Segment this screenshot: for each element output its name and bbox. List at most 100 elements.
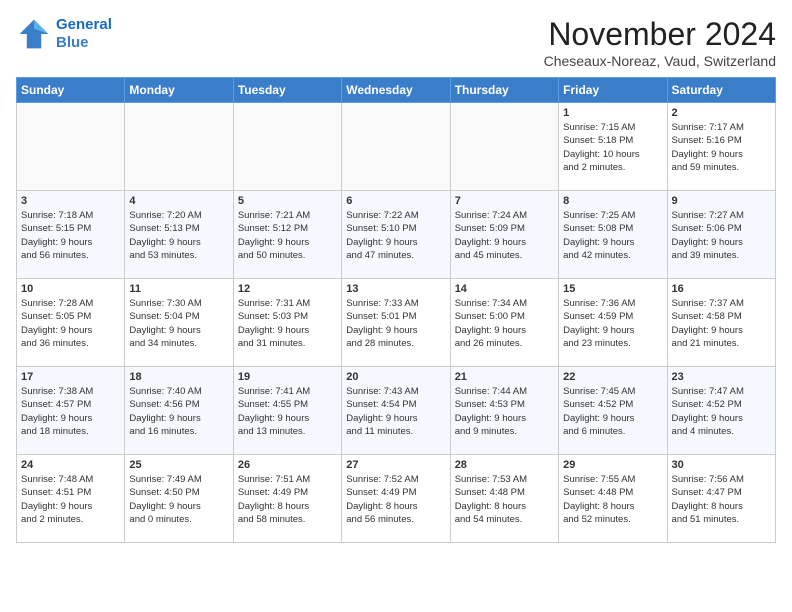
calendar-cell: 15 Sunrise: 7:36 AM Sunset: 4:59 PM Dayli… <box>559 279 667 367</box>
calendar-cell: 12 Sunrise: 7:31 AM Sunset: 5:03 PM Dayli… <box>233 279 341 367</box>
day-number: 27 <box>346 459 445 471</box>
day-info: Sunrise: 7:43 AM Sunset: 4:54 PM Dayligh… <box>346 385 445 438</box>
calendar-cell: 3Sunrise: 7:18 AM Sunset: 5:15 PM Daylig… <box>17 191 125 279</box>
day-number: 2 <box>672 107 771 119</box>
calendar-cell <box>342 103 450 191</box>
day-info: Sunrise: 7:15 AM Sunset: 5:18 PM Dayligh… <box>563 121 662 174</box>
day-number: 9 <box>672 195 771 207</box>
day-number: 25 <box>129 459 228 471</box>
calendar-cell: 6Sunrise: 7:22 AM Sunset: 5:10 PM Daylig… <box>342 191 450 279</box>
calendar-cell: 19Sunrise: 7:41 AM Sunset: 4:55 PM Dayli… <box>233 367 341 455</box>
weekday-sunday: Sunday <box>17 78 125 103</box>
day-info: Sunrise: 7:20 AM Sunset: 5:13 PM Dayligh… <box>129 209 228 262</box>
day-info: Sunrise: 7:56 AM Sunset: 4:47 PM Dayligh… <box>672 473 771 526</box>
day-info: Sunrise: 7:55 AM Sunset: 4:48 PM Dayligh… <box>563 473 662 526</box>
location: Cheseaux-Noreaz, Vaud, Switzerland <box>544 53 776 69</box>
weekday-tuesday: Tuesday <box>233 78 341 103</box>
calendar-cell: 20 Sunrise: 7:43 AM Sunset: 4:54 PM Dayli… <box>342 367 450 455</box>
day-number: 22 <box>563 371 662 383</box>
calendar-cell: 28Sunrise: 7:53 AM Sunset: 4:48 PM Dayli… <box>450 455 558 543</box>
title-block: November 2024 Cheseaux-Noreaz, Vaud, Swi… <box>544 16 776 69</box>
day-number: 20 <box>346 371 445 383</box>
day-number: 1 <box>563 107 662 119</box>
day-number: 29 <box>563 459 662 471</box>
day-info: Sunrise: 7:51 AM Sunset: 4:49 PM Dayligh… <box>238 473 337 526</box>
calendar-cell: 25 Sunrise: 7:49 AM Sunset: 4:50 PM Dayli… <box>125 455 233 543</box>
calendar-cell: 16Sunrise: 7:37 AM Sunset: 4:58 PM Dayli… <box>667 279 775 367</box>
week-row-4: 17 Sunrise: 7:38 AM Sunset: 4:57 PM Dayli… <box>17 367 776 455</box>
calendar-cell: 11Sunrise: 7:30 AM Sunset: 5:04 PM Dayli… <box>125 279 233 367</box>
day-number: 13 <box>346 283 445 295</box>
calendar-cell: 30 Sunrise: 7:56 AM Sunset: 4:47 PM Dayli… <box>667 455 775 543</box>
day-info: Sunrise: 7:48 AM Sunset: 4:51 PM Dayligh… <box>21 473 120 526</box>
day-info: Sunrise: 7:27 AM Sunset: 5:06 PM Dayligh… <box>672 209 771 262</box>
weekday-wednesday: Wednesday <box>342 78 450 103</box>
calendar-table: SundayMondayTuesdayWednesdayThursdayFrid… <box>16 77 776 543</box>
day-info: Sunrise: 7:31 AM Sunset: 5:03 PM Dayligh… <box>238 297 337 350</box>
day-number: 10 <box>21 283 120 295</box>
day-number: 8 <box>563 195 662 207</box>
day-number: 7 <box>455 195 554 207</box>
day-number: 17 <box>21 371 120 383</box>
calendar-cell: 26 Sunrise: 7:51 AM Sunset: 4:49 PM Dayli… <box>233 455 341 543</box>
day-number: 15 <box>563 283 662 295</box>
calendar-cell <box>125 103 233 191</box>
day-number: 16 <box>672 283 771 295</box>
month-title: November 2024 <box>544 16 776 53</box>
day-info: Sunrise: 7:45 AM Sunset: 4:52 PM Dayligh… <box>563 385 662 438</box>
weekday-friday: Friday <box>559 78 667 103</box>
day-info: Sunrise: 7:49 AM Sunset: 4:50 PM Dayligh… <box>129 473 228 526</box>
calendar-cell: 24Sunrise: 7:48 AM Sunset: 4:51 PM Dayli… <box>17 455 125 543</box>
weekday-monday: Monday <box>125 78 233 103</box>
day-info: Sunrise: 7:36 AM Sunset: 4:59 PM Dayligh… <box>563 297 662 350</box>
day-info: Sunrise: 7:25 AM Sunset: 5:08 PM Dayligh… <box>563 209 662 262</box>
calendar-cell: 21Sunrise: 7:44 AM Sunset: 4:53 PM Dayli… <box>450 367 558 455</box>
day-number: 18 <box>129 371 228 383</box>
calendar-cell: 22 Sunrise: 7:45 AM Sunset: 4:52 PM Dayli… <box>559 367 667 455</box>
day-number: 30 <box>672 459 771 471</box>
day-info: Sunrise: 7:17 AM Sunset: 5:16 PM Dayligh… <box>672 121 771 174</box>
calendar-cell: 1 Sunrise: 7:15 AM Sunset: 5:18 PM Daylig… <box>559 103 667 191</box>
week-row-5: 24Sunrise: 7:48 AM Sunset: 4:51 PM Dayli… <box>17 455 776 543</box>
calendar-cell <box>17 103 125 191</box>
week-row-1: 1 Sunrise: 7:15 AM Sunset: 5:18 PM Daylig… <box>17 103 776 191</box>
calendar-cell: 14 Sunrise: 7:34 AM Sunset: 5:00 PM Dayli… <box>450 279 558 367</box>
logo-icon <box>16 16 52 52</box>
logo: General Blue <box>16 16 112 52</box>
calendar-cell: 27Sunrise: 7:52 AM Sunset: 4:49 PM Dayli… <box>342 455 450 543</box>
day-info: Sunrise: 7:28 AM Sunset: 5:05 PM Dayligh… <box>21 297 120 350</box>
weekday-saturday: Saturday <box>667 78 775 103</box>
calendar-body: 1 Sunrise: 7:15 AM Sunset: 5:18 PM Daylig… <box>17 103 776 543</box>
day-number: 12 <box>238 283 337 295</box>
calendar-cell <box>233 103 341 191</box>
logo-text: General Blue <box>56 16 112 52</box>
weekday-header-row: SundayMondayTuesdayWednesdayThursdayFrid… <box>17 78 776 103</box>
day-info: Sunrise: 7:41 AM Sunset: 4:55 PM Dayligh… <box>238 385 337 438</box>
day-number: 5 <box>238 195 337 207</box>
calendar-cell: 8 Sunrise: 7:25 AM Sunset: 5:08 PM Daylig… <box>559 191 667 279</box>
calendar-cell: 23Sunrise: 7:47 AM Sunset: 4:52 PM Dayli… <box>667 367 775 455</box>
page-header: General Blue November 2024 Cheseaux-Nore… <box>16 16 776 69</box>
calendar-cell: 7 Sunrise: 7:24 AM Sunset: 5:09 PM Daylig… <box>450 191 558 279</box>
calendar-cell: 29 Sunrise: 7:55 AM Sunset: 4:48 PM Dayli… <box>559 455 667 543</box>
day-number: 14 <box>455 283 554 295</box>
day-info: Sunrise: 7:22 AM Sunset: 5:10 PM Dayligh… <box>346 209 445 262</box>
week-row-2: 3Sunrise: 7:18 AM Sunset: 5:15 PM Daylig… <box>17 191 776 279</box>
day-info: Sunrise: 7:38 AM Sunset: 4:57 PM Dayligh… <box>21 385 120 438</box>
day-info: Sunrise: 7:47 AM Sunset: 4:52 PM Dayligh… <box>672 385 771 438</box>
day-info: Sunrise: 7:44 AM Sunset: 4:53 PM Dayligh… <box>455 385 554 438</box>
day-info: Sunrise: 7:21 AM Sunset: 5:12 PM Dayligh… <box>238 209 337 262</box>
day-number: 3 <box>21 195 120 207</box>
day-number: 26 <box>238 459 337 471</box>
day-info: Sunrise: 7:40 AM Sunset: 4:56 PM Dayligh… <box>129 385 228 438</box>
calendar-cell: 10 Sunrise: 7:28 AM Sunset: 5:05 PM Dayli… <box>17 279 125 367</box>
day-number: 4 <box>129 195 228 207</box>
day-info: Sunrise: 7:34 AM Sunset: 5:00 PM Dayligh… <box>455 297 554 350</box>
day-info: Sunrise: 7:24 AM Sunset: 5:09 PM Dayligh… <box>455 209 554 262</box>
week-row-3: 10 Sunrise: 7:28 AM Sunset: 5:05 PM Dayli… <box>17 279 776 367</box>
day-info: Sunrise: 7:53 AM Sunset: 4:48 PM Dayligh… <box>455 473 554 526</box>
calendar-cell: 9 Sunrise: 7:27 AM Sunset: 5:06 PM Daylig… <box>667 191 775 279</box>
logo-line2: Blue <box>56 34 89 51</box>
weekday-thursday: Thursday <box>450 78 558 103</box>
calendar-cell: 18 Sunrise: 7:40 AM Sunset: 4:56 PM Dayli… <box>125 367 233 455</box>
